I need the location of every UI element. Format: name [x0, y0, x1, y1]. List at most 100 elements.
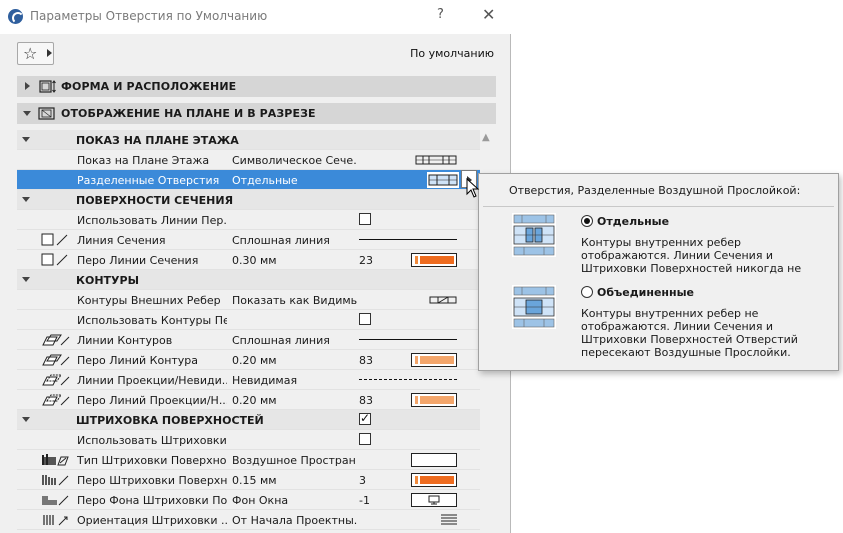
use-outline-pens-checkbox[interactable] — [359, 313, 371, 325]
row-label: Ориентация Штриховки ... — [77, 514, 227, 527]
radio-separated[interactable] — [581, 215, 593, 227]
pen-color-swatch[interactable] — [411, 353, 457, 367]
row-show-on-floor[interactable]: Показ на Плане Этажа Символическое Сече.… — [17, 150, 480, 170]
pen-color-swatch[interactable] — [411, 473, 457, 487]
row-label: Линии Контуров — [77, 334, 173, 347]
group-cover-fills[interactable]: ШТРИХОВКА ПОВЕРХНОСТЕЙ — [17, 410, 480, 430]
row-separated-openings[interactable]: Разделенные Отверстия Отдельные — [17, 170, 480, 190]
row-projection-lines[interactable]: Линии Проекции/Невиди... Невидимая — [17, 370, 480, 390]
option-label-merged[interactable]: Объединенные — [597, 286, 694, 299]
row-value[interactable]: Невидимая — [232, 374, 357, 387]
row-projection-pen[interactable]: Перо Линий Проекции/Н... 0.20 мм 83 — [17, 390, 480, 410]
expand-arrow-icon — [25, 82, 30, 90]
group-floor-plan[interactable]: ПОКАЗ НА ПЛАНЕ ЭТАЖА — [17, 130, 480, 150]
row-value[interactable]: 0.20 мм — [232, 354, 357, 367]
row-outer-outlines[interactable]: Контуры Внешних Ребер Показать как Видим… — [17, 290, 480, 310]
opening-settings-dialog: Параметры Отверстия по Умолчанию ? ✕ ☆ П… — [0, 0, 511, 533]
row-value[interactable]: Фон Окна — [232, 494, 357, 507]
row-label: Перо Линий Контура — [77, 354, 199, 367]
cover-fills-checkbox[interactable] — [359, 411, 371, 425]
row-label: Перо Фона Штриховки По... — [77, 494, 227, 507]
window-title: Параметры Отверстия по Умолчанию — [30, 9, 268, 23]
triangle-right-icon — [47, 49, 52, 57]
row-use-cut-lines[interactable]: Использовать Линии Пер... — [17, 210, 480, 230]
row-label: Перо Штриховки Поверхн... — [77, 474, 227, 487]
row-value[interactable]: Сплошная линия — [232, 334, 357, 347]
use-fills-checkbox[interactable] — [359, 433, 371, 445]
divider — [483, 206, 834, 207]
scroll-up-icon[interactable]: ▲ — [482, 132, 490, 143]
favorites-button[interactable]: ☆ — [17, 42, 54, 65]
row-label: Тип Штриховки Поверхно... — [77, 454, 227, 467]
option-desc-merged: Контуры внутренних ребер не отображаются… — [581, 307, 798, 359]
row-value[interactable]: Отдельные — [232, 174, 357, 187]
row-label: Перо Линий Проекции/Н... — [77, 394, 227, 407]
solid-line-preview — [359, 239, 457, 240]
row-fill-pen[interactable]: Перо Штриховки Поверхн... 0.15 мм 3 — [17, 470, 480, 490]
row-value[interactable]: 0.15 мм — [232, 474, 357, 487]
help-button[interactable]: ? — [437, 7, 444, 22]
monitor-icon — [428, 495, 440, 505]
group-label: ПОКАЗ НА ПЛАНЕ ЭТАЖА — [76, 134, 239, 147]
row-fill-orientation[interactable]: Ориентация Штриховки ... От Начала Проек… — [17, 510, 480, 530]
row-label: Перо Линии Сечения — [77, 254, 199, 267]
separated-preview-image — [512, 213, 556, 257]
row-fill-bg-pen[interactable]: Перо Фона Штриховки По... Фон Окна -1 — [17, 490, 480, 510]
row-cut-line[interactable]: Линия Сечения Сплошная линия — [17, 230, 480, 250]
collapse-arrow-icon — [22, 277, 30, 282]
row-label: Показ на Плане Этажа — [77, 154, 210, 167]
use-cut-lines-checkbox[interactable] — [359, 213, 371, 225]
row-label: Использовать Контуры Пе... — [77, 314, 227, 327]
row-label: Контуры Внешних Ребер — [77, 294, 221, 307]
close-button[interactable]: ✕ — [482, 5, 495, 24]
row-value[interactable]: 0.30 мм — [232, 254, 357, 267]
row-fill-type[interactable]: Тип Штриховки Поверхно... Воздушное Прос… — [17, 450, 480, 470]
fill-preview-swatch[interactable] — [411, 453, 457, 467]
row-use-outline-pens[interactable]: Использовать Контуры Пе... — [17, 310, 480, 330]
separated-openings-flyout: Отверстия, Разделенные Воздушной Прослой… — [478, 173, 839, 371]
shape-location-icon — [39, 80, 56, 93]
settings-grid: ПОКАЗ НА ПЛАНЕ ЭТАЖА Показ на Плане Этаж… — [17, 130, 480, 533]
projection-pen-icon — [42, 394, 70, 406]
merged-preview-image — [512, 285, 556, 329]
group-outlines[interactable]: КОНТУРЫ — [17, 270, 480, 290]
flyout-title: Отверстия, Разделенные Воздушной Прослой… — [509, 184, 801, 197]
row-cut-line-pen[interactable]: Перо Линии Сечения 0.30 мм 23 — [17, 250, 480, 270]
row-outline-lines[interactable]: Линии Контуров Сплошная линия — [17, 330, 480, 350]
fill-background-pen-icon — [42, 495, 69, 506]
option-label-separated[interactable]: Отдельные — [597, 215, 669, 228]
pen-number: 3 — [359, 474, 366, 487]
row-outline-pen[interactable]: Перо Линий Контура 0.20 мм 83 — [17, 350, 480, 370]
row-use-fills[interactable]: Использовать Штриховки ... — [17, 430, 480, 450]
section-shape-location[interactable]: ФОРМА И РАСПОЛОЖЕНИЕ — [17, 76, 496, 97]
section-plan-section-display[interactable]: ОТОБРАЖЕНИЕ НА ПЛАНЕ И В РАЗРЕЗЕ — [17, 103, 496, 124]
collapse-arrow-icon — [22, 137, 30, 142]
pen-color-swatch[interactable] — [411, 253, 457, 267]
group-label: КОНТУРЫ — [76, 274, 139, 287]
default-settings-label: По умолчанию — [410, 47, 494, 60]
group-cut-surfaces[interactable]: ПОВЕРХНОСТИ СЕЧЕНИЯ — [17, 190, 480, 210]
row-value[interactable]: Символическое Сече... — [232, 154, 357, 167]
row-value[interactable]: От Начала Проектны... — [232, 514, 357, 527]
row-value[interactable]: Сплошная линия — [232, 234, 357, 247]
pen-number: 23 — [359, 254, 373, 267]
fill-pen-icon — [42, 475, 69, 486]
row-value[interactable]: Показать как Видимы... — [232, 294, 357, 307]
row-value[interactable]: Воздушное Простран... — [232, 454, 357, 467]
separated-openings-icon — [427, 172, 459, 188]
title-bar: Параметры Отверстия по Умолчанию ? ✕ — [0, 0, 511, 34]
projection-lines-icon — [42, 374, 70, 386]
pen-icon — [41, 253, 68, 266]
option-desc-separated: Контуры внутренних ребер отображаются. Л… — [581, 236, 802, 276]
dashed-line-preview — [359, 379, 457, 380]
window-background-swatch[interactable] — [411, 493, 457, 507]
fill-type-icon — [42, 454, 69, 466]
outline-pen-icon — [42, 354, 70, 366]
pen-number: -1 — [359, 494, 370, 507]
radio-merged[interactable] — [581, 286, 593, 298]
pen-number: 83 — [359, 354, 373, 367]
row-value[interactable]: 0.20 мм — [232, 394, 357, 407]
collapse-arrow-icon — [22, 417, 30, 422]
pen-color-swatch[interactable] — [411, 393, 457, 407]
group-label: ШТРИХОВКА ПОВЕРХНОСТЕЙ — [76, 414, 264, 427]
